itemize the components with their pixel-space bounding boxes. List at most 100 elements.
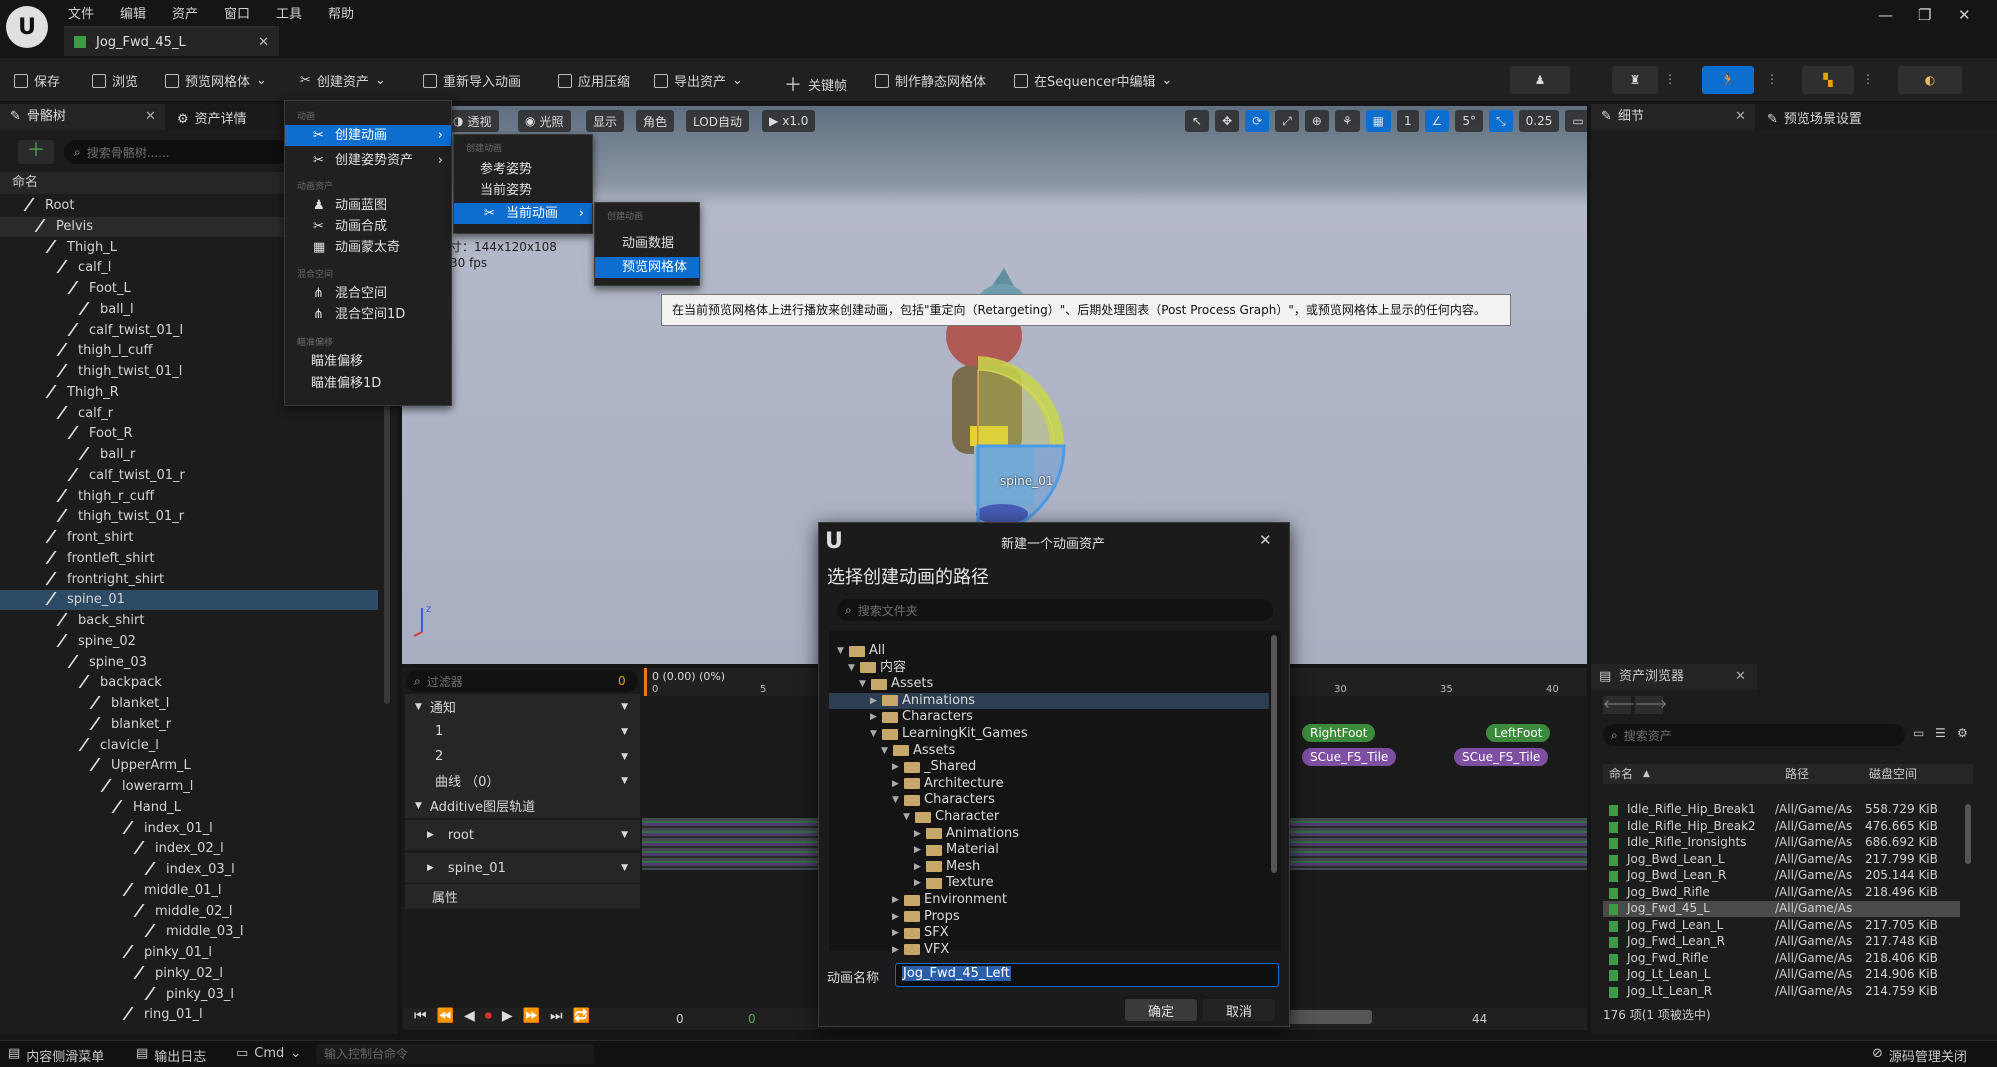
folder-row[interactable]: ▶ VFX bbox=[829, 942, 1269, 958]
collapsed-arrow-icon[interactable]: ▶ bbox=[870, 709, 878, 725]
bone-row[interactable]: UpperArm_L bbox=[0, 756, 378, 776]
expanded-arrow-icon[interactable]: ▼ bbox=[903, 809, 911, 825]
track-attributes[interactable]: 属性 bbox=[405, 884, 640, 909]
animation-mode-button[interactable]: 🏃 bbox=[1702, 66, 1754, 94]
angle-value[interactable]: 5° bbox=[1455, 110, 1484, 132]
cancel-button[interactable]: 取消 bbox=[1203, 999, 1275, 1021]
track-notifies[interactable]: ▼ 通知 ▼ bbox=[405, 694, 640, 719]
settings-gear-icon[interactable]: ⚙ bbox=[1957, 726, 1968, 740]
camera-speed-button[interactable]: ▭4 bbox=[1565, 110, 1587, 132]
expanded-arrow-icon[interactable]: ▼ bbox=[859, 676, 867, 692]
close-tab-icon[interactable]: ✕ bbox=[1735, 664, 1746, 690]
step-forward-icon[interactable]: ⏩ bbox=[523, 1008, 540, 1024]
col-name[interactable]: 命名 bbox=[1609, 764, 1633, 784]
skip-end-icon[interactable]: ⏭ bbox=[550, 1008, 563, 1024]
collapsed-arrow-icon[interactable]: ▶ bbox=[892, 759, 900, 775]
document-tab[interactable]: Jog_Fwd_45_L ✕ bbox=[64, 26, 279, 56]
grid-snap-icon[interactable]: ▦ bbox=[1365, 110, 1391, 132]
expanded-arrow-icon[interactable]: ▼ bbox=[892, 792, 900, 808]
menu-ref-pose[interactable]: 参考姿势 bbox=[454, 159, 592, 180]
folder-row[interactable]: ▼ LearningKit_Games bbox=[829, 726, 1269, 742]
col-path[interactable]: 路径 bbox=[1785, 764, 1809, 784]
scale-tool-icon[interactable]: ⤢ bbox=[1275, 110, 1299, 132]
asset-row[interactable]: Idle_Rifle_Hip_Break1/All/Game/As 558.729… bbox=[1603, 802, 1960, 818]
menu-anim-data[interactable]: 动画数据 bbox=[595, 233, 699, 254]
bone-row[interactable]: Foot_R bbox=[0, 424, 378, 444]
ok-button[interactable]: 确定 bbox=[1125, 999, 1197, 1021]
track-notify-1[interactable]: 1 ▼ bbox=[405, 719, 640, 744]
folder-row[interactable]: ▼ All bbox=[829, 643, 1269, 659]
menu-window[interactable]: 窗口 bbox=[224, 3, 250, 22]
menu-anim-blueprint[interactable]: ♟ 动画蓝图 bbox=[285, 195, 451, 216]
bone-row[interactable]: middle_03_l bbox=[0, 922, 378, 942]
rotate-tool-icon[interactable]: ⟳ bbox=[1245, 110, 1270, 132]
bone-row[interactable]: frontright_shirt bbox=[0, 570, 378, 590]
folder-row[interactable]: ▶ Texture bbox=[829, 875, 1269, 891]
bone-row[interactable]: index_01_l bbox=[0, 819, 378, 839]
skip-start-icon[interactable]: ⏮ bbox=[414, 1008, 427, 1024]
bone-row[interactable]: thigh_twist_01_r bbox=[0, 507, 378, 527]
dropdown-icon[interactable]: ▼ bbox=[621, 863, 628, 873]
folder-row[interactable]: ▶ Mesh bbox=[829, 859, 1269, 875]
bone-row[interactable]: pinky_02_l bbox=[0, 964, 378, 984]
collapsed-arrow-icon[interactable]: ▶ bbox=[914, 842, 922, 858]
world-space-icon[interactable]: ⊕ bbox=[1304, 110, 1329, 132]
folder-row[interactable]: ▶ Environment bbox=[829, 892, 1269, 908]
timeline-filter-input[interactable]: ⌕ 过滤器 bbox=[406, 670, 638, 692]
folder-row[interactable]: ▶ Animations bbox=[829, 826, 1269, 842]
scale-snap-icon[interactable]: ⤡ bbox=[1489, 110, 1513, 132]
menu-tools[interactable]: 工具 bbox=[276, 3, 302, 22]
asset-row[interactable]: Jog_Bwd_Lean_R/All/Game/As 205.144 KiB bbox=[1603, 868, 1960, 884]
dropdown-icon[interactable]: ▼ bbox=[621, 727, 628, 737]
mesh-mode-button[interactable]: ♜ bbox=[1612, 66, 1658, 94]
playhead[interactable] bbox=[644, 668, 647, 696]
bone-row[interactable]: back_shirt bbox=[0, 611, 378, 631]
asset-row[interactable]: Jog_Bwd_Lean_L/All/Game/As 217.799 KiB bbox=[1603, 852, 1960, 868]
menu-current-animation[interactable]: ✂ 当前动画 › bbox=[454, 203, 592, 224]
play-rate-button[interactable]: ▶ x1.0 bbox=[762, 110, 816, 132]
track-notify-2[interactable]: 2 ▼ bbox=[405, 744, 640, 769]
bone-row[interactable]: front_shirt bbox=[0, 528, 378, 548]
menu-current-pose[interactable]: 当前姿势 bbox=[454, 180, 592, 201]
output-log-button[interactable]: ▤ 输出日志 bbox=[136, 1046, 206, 1065]
asset-row[interactable]: Jog_Lt_Lean_R/All/Game/As 214.759 KiB bbox=[1603, 984, 1960, 1000]
menu-create-pose-asset[interactable]: ✂ 创建姿势资产 › bbox=[285, 150, 451, 171]
folder-icon[interactable]: ▭ bbox=[1913, 726, 1924, 740]
sound-cue-2[interactable]: SCue_FS_Tile bbox=[1454, 748, 1549, 766]
asset-search-input[interactable]: ⌕ 搜索资产 bbox=[1603, 724, 1905, 746]
asset-row[interactable]: Jog_Bwd_Rifle/All/Game/As 218.496 KiB bbox=[1603, 885, 1960, 901]
browse-button[interactable]: 浏览 bbox=[92, 71, 138, 90]
keyframe-button[interactable]: ＋ 关键帧 bbox=[784, 71, 847, 97]
asset-row[interactable]: Jog_Fwd_Lean_R/All/Game/As 217.748 KiB bbox=[1603, 934, 1960, 950]
asset-row[interactable]: Idle_Rifle_Ironsights/All/Game/As 686.692… bbox=[1603, 835, 1960, 851]
folder-row[interactable]: ▼ 内容 bbox=[829, 660, 1269, 676]
collapsed-arrow-icon[interactable]: ▶ bbox=[892, 925, 900, 941]
bone-row[interactable]: frontleft_shirt bbox=[0, 549, 378, 569]
track-additive[interactable]: ▼ Additive图层轨道 bbox=[405, 793, 640, 818]
notify-left-foot[interactable]: LeftFoot bbox=[1486, 724, 1551, 742]
select-tool-icon[interactable]: ↖ bbox=[1185, 110, 1210, 132]
folder-row[interactable]: ▶ Animations bbox=[829, 692, 1269, 709]
close-tab-icon[interactable]: ✕ bbox=[145, 104, 156, 130]
dropdown-icon[interactable]: ▼ bbox=[621, 702, 628, 712]
grid-value[interactable]: 1 bbox=[1396, 110, 1419, 132]
loop-icon[interactable]: 🔁 bbox=[573, 1008, 590, 1024]
track-root[interactable]: ▶ root ▼ bbox=[405, 820, 640, 850]
forward-arrow-icon[interactable]: 🡒 bbox=[1635, 696, 1667, 714]
play-icon[interactable]: ▶ bbox=[502, 1008, 513, 1024]
folder-row[interactable]: ▶ Characters bbox=[829, 709, 1269, 725]
bone-row[interactable]: lowerarm_l bbox=[0, 777, 378, 797]
blueprint-mode-button[interactable]: ▚ bbox=[1802, 66, 1854, 94]
track-curves[interactable]: 曲线 （0） ▼ bbox=[405, 768, 640, 793]
folder-row[interactable]: ▼ Assets bbox=[829, 743, 1269, 759]
timeline-scrollbar[interactable] bbox=[1288, 1010, 1372, 1024]
asset-row[interactable]: Jog_Fwd_Rifle/All/Game/As 218.406 KiB bbox=[1603, 951, 1960, 967]
menu-asset[interactable]: 资产 bbox=[172, 3, 198, 22]
bone-row[interactable]: pinky_01_l bbox=[0, 943, 378, 963]
menu-blend-space-1d[interactable]: ⋔ 混合空间1D bbox=[285, 304, 451, 325]
folder-row[interactable]: ▶ Material bbox=[829, 842, 1269, 858]
reimport-button[interactable]: 重新导入动画 bbox=[423, 71, 521, 90]
menu-aim-offset[interactable]: 瞄准偏移 bbox=[285, 351, 451, 372]
asset-row[interactable]: Jog_Fwd_Lean_L/All/Game/As 217.705 KiB bbox=[1603, 918, 1960, 934]
bone-row[interactable]: clavicle_l bbox=[0, 736, 378, 756]
